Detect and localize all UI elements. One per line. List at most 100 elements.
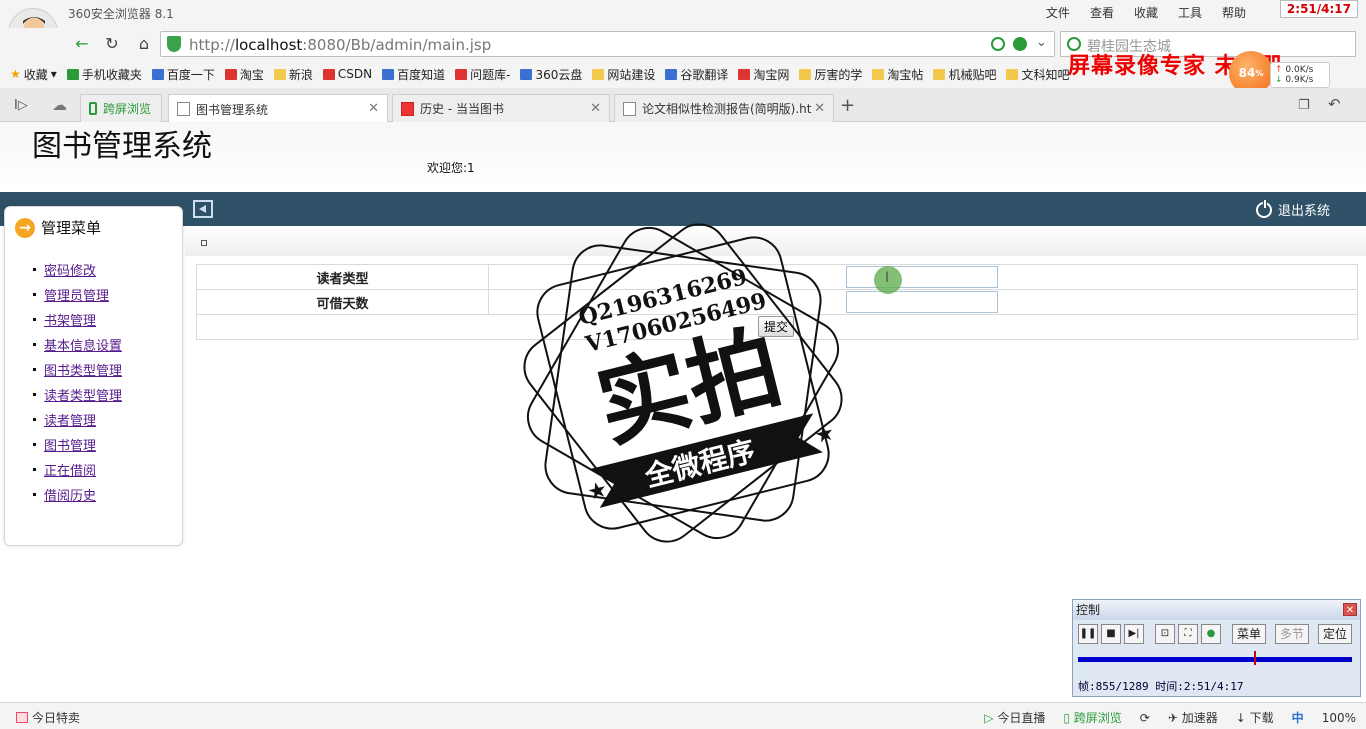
download-button[interactable]: ↓ 下载 [1236, 709, 1274, 726]
cross-screen-button[interactable]: ▯ 跨屏浏览 [1063, 709, 1121, 726]
cursor-icon[interactable]: ● [1201, 624, 1221, 644]
menu-link-basic-settings[interactable]: 基本信息设置 [44, 335, 122, 354]
cloud-icon [520, 68, 533, 80]
bookmark-item[interactable]: 问题库- [455, 66, 510, 83]
accelerator-button[interactable]: ✈ 加速器 [1168, 709, 1218, 726]
menu-item: 读者类型管理 [33, 382, 122, 407]
borrow-days-input[interactable] [846, 291, 998, 313]
menu-link-book-manage[interactable]: 图书管理 [44, 435, 96, 454]
network-speed: ↑ 0.0K/s ↓ 0.9K/s [1270, 62, 1330, 88]
sidebar-toggle-icon[interactable]: I▷ [14, 98, 28, 113]
address-bar[interactable]: http://localhost:8080/Bb/admin/main.jsp … [160, 31, 1055, 57]
browser-titlebar: 360安全浏览器 8.1 文件 查看 收藏 工具 帮助 2:51/4:17 [0, 0, 1366, 28]
logout-button[interactable]: 退出系统 [1255, 199, 1330, 219]
close-icon[interactable]: ✕ [368, 101, 379, 116]
close-icon[interactable]: ✕ [1343, 603, 1357, 616]
rocket-icon: ✈ [1167, 711, 1178, 725]
dropdown-chevron-icon[interactable]: ⌄ [1036, 35, 1047, 50]
status-right: ▷ 今日直播 ▯ 跨屏浏览 ⟳ ✈ 加速器 ↓ 下载 中 100% [984, 709, 1356, 726]
bookmark-item[interactable]: CSDN [322, 67, 372, 81]
undo-close-icon[interactable]: ↶ [1328, 95, 1341, 113]
security-shield-icon [167, 36, 181, 52]
stamp-watermark: Q2196316269 V17060256499 实拍 全微程序 ★ ★ [523, 223, 843, 543]
close-icon[interactable]: ✕ [590, 101, 601, 116]
bookmark-item[interactable]: 机械贴吧 [933, 66, 996, 83]
leaf-icon[interactable] [1013, 37, 1027, 51]
live-today-button[interactable]: ▷ 今日直播 [984, 709, 1045, 726]
menu-file[interactable]: 文件 [1046, 4, 1070, 21]
collapse-menu-icon[interactable] [193, 200, 213, 218]
today-deals[interactable]: 今日特卖 [16, 709, 80, 726]
browser-menu: 文件 查看 收藏 工具 帮助 [1046, 4, 1246, 21]
menu-tools[interactable]: 工具 [1178, 4, 1202, 21]
bookmark-item[interactable]: 网站建设 [592, 66, 655, 83]
playback-position-marker[interactable] [1254, 651, 1256, 665]
cloud-icon[interactable]: ☁ [52, 96, 67, 114]
ime-indicator[interactable]: 中 [1292, 709, 1304, 726]
playback-track[interactable] [1078, 657, 1352, 662]
menu-item: 借阅历史 [33, 482, 122, 507]
app-title: 360安全浏览器 8.1 [68, 7, 174, 21]
bookmark-item[interactable]: 新浪 [273, 66, 313, 83]
refresh-icon[interactable]: ⟳ [1140, 711, 1150, 725]
bookmark-item[interactable]: 淘宝帖 [872, 66, 923, 83]
next-icon[interactable]: ▶| [1124, 624, 1144, 644]
power-icon [1255, 199, 1272, 218]
fullscreen-icon[interactable]: ⛶ [1178, 624, 1198, 644]
gift-icon [16, 712, 28, 723]
stop-icon[interactable]: ■ [1101, 624, 1121, 644]
bookmark-item[interactable]: 手机收藏夹 [66, 66, 142, 83]
bookmark-item[interactable]: 百度一下 [151, 66, 215, 83]
phone-icon [89, 102, 97, 115]
pause-icon[interactable]: ❚❚ [1078, 624, 1098, 644]
menu-link-shelf-manage[interactable]: 书架管理 [44, 310, 96, 329]
restore-window-icon[interactable]: ❐ [1298, 98, 1310, 113]
bookmark-item[interactable]: 360云盘 [520, 66, 582, 83]
bookmark-item[interactable]: 文科知吧 [1006, 66, 1069, 83]
reader-type-input[interactable] [846, 266, 998, 288]
admin-sidebar: → 管理菜单 密码修改 管理员管理 书架管理 基本信息设置 图书类型管理 读者类… [4, 206, 183, 546]
menu-link-admin-manage[interactable]: 管理员管理 [44, 285, 109, 304]
menu-link-reader-manage[interactable]: 读者管理 [44, 410, 96, 429]
page-header: 图书管理系统 欢迎您:1 [0, 122, 1366, 192]
close-icon[interactable]: ✕ [814, 101, 825, 116]
home-icon[interactable]: ⌂ [134, 34, 154, 54]
rec-time-text: 2:51/4:17 [1286, 2, 1351, 16]
sidebar-header: → 管理菜单 [15, 217, 101, 238]
tab-cross-screen[interactable]: 跨屏浏览 [80, 94, 162, 122]
zoom-level[interactable]: 100% [1322, 711, 1356, 725]
menu-help[interactable]: 帮助 [1222, 4, 1246, 21]
new-tab-plus-icon[interactable]: + [840, 95, 855, 116]
baidu-icon [151, 68, 164, 80]
folder-icon [1006, 68, 1019, 80]
tab-bar: I▷ ☁ 跨屏浏览 图书管理系统 ✕ 历史 - 当当图书 ✕ 论文相似性检测报告… [0, 88, 1366, 123]
menu-link-reader-type-manage[interactable]: 读者类型管理 [44, 385, 122, 404]
bookmark-item[interactable]: 淘宝网 [738, 66, 789, 83]
multi-section-button[interactable]: 多节 [1275, 624, 1309, 644]
locate-button[interactable]: 定位 [1318, 624, 1352, 644]
speedup-icon[interactable] [991, 37, 1005, 51]
baidu-icon [382, 68, 395, 80]
menu-link-borrowing[interactable]: 正在借阅 [44, 460, 96, 479]
control-panel-title: 控制 ✕ [1073, 600, 1360, 620]
bookmark-item[interactable]: 淘宝 [224, 66, 264, 83]
bookmark-favorites[interactable]: ★ 收藏 ▾ [10, 66, 57, 83]
bookmark-item[interactable]: 谷歌翻译 [665, 66, 728, 83]
menu-link-borrow-history[interactable]: 借阅历史 [44, 485, 96, 504]
bookmark-item[interactable]: 百度知道 [382, 66, 445, 83]
folder-icon [933, 68, 946, 80]
fit-window-icon[interactable]: ⊡ [1155, 624, 1175, 644]
tab-library-system[interactable]: 图书管理系统 ✕ [168, 94, 388, 123]
menu-view[interactable]: 查看 [1090, 4, 1114, 21]
bookmark-item[interactable]: 厉害的学 [799, 66, 862, 83]
menu-link-book-type-manage[interactable]: 图书类型管理 [44, 360, 122, 379]
menu-link-change-password[interactable]: 密码修改 [44, 260, 96, 279]
refresh-icon[interactable]: ↻ [102, 34, 122, 54]
control-buttons: ❚❚ ■ ▶| ⊡ ⛶ ● 菜单 多节 定位 [1078, 624, 1352, 644]
tab-paper-report[interactable]: 论文相似性检测报告(简明版).ht ✕ [614, 94, 834, 122]
menu-button[interactable]: 菜单 [1232, 624, 1266, 644]
back-arrow-icon[interactable]: ← [72, 34, 92, 54]
menu-favorites[interactable]: 收藏 [1134, 4, 1158, 21]
taobao-icon [738, 68, 751, 80]
tab-dangdang-history[interactable]: 历史 - 当当图书 ✕ [392, 94, 610, 122]
